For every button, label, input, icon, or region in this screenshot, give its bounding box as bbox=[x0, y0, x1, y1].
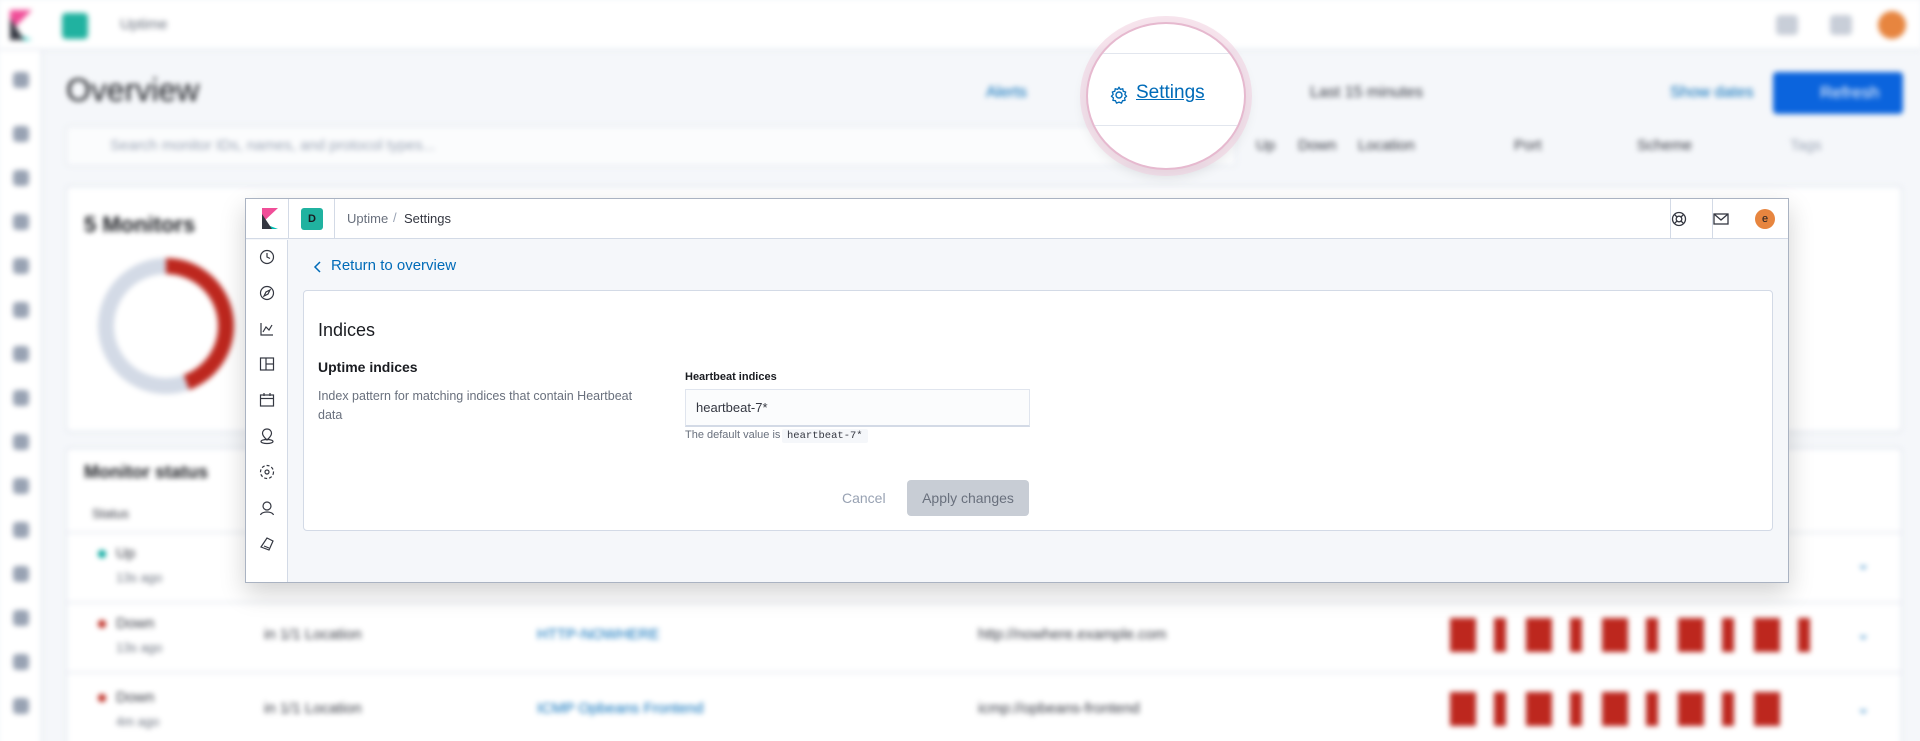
chevron-down-icon: ⌄ bbox=[1857, 700, 1870, 717]
row-location: in 1/1 Location bbox=[264, 700, 362, 717]
nav-icon bbox=[13, 72, 29, 88]
space-selector[interactable]: D bbox=[301, 208, 323, 230]
status-dot bbox=[98, 694, 106, 702]
bg-date-picker: Last 15 minutes bbox=[1310, 84, 1423, 101]
row-status: Down bbox=[116, 615, 155, 632]
bg-status-column: Status bbox=[92, 506, 129, 521]
compass-icon[interactable] bbox=[258, 284, 276, 302]
bg-app-title: Uptime bbox=[120, 16, 168, 33]
divider bbox=[334, 199, 335, 239]
clock-icon[interactable] bbox=[258, 248, 276, 266]
gear-icon bbox=[1110, 86, 1128, 104]
nav-icon bbox=[13, 214, 29, 230]
chevron-down-icon: ⌄ bbox=[1857, 626, 1870, 643]
bg-space-badge bbox=[62, 13, 88, 39]
side-nav bbox=[246, 240, 288, 582]
nav-icon bbox=[13, 566, 29, 582]
heartbeat-indices-label: Heartbeat indices bbox=[685, 371, 777, 383]
nav-icon bbox=[13, 390, 29, 406]
help-icon bbox=[1776, 15, 1798, 35]
help-icon[interactable] bbox=[1670, 210, 1688, 228]
apply-changes-button[interactable]: Apply changes bbox=[907, 480, 1029, 516]
header-bar: D Uptime / Settings e bbox=[246, 199, 1788, 239]
settings-window: D Uptime / Settings e Return to overview… bbox=[245, 198, 1789, 583]
bg-page-title: Overview bbox=[66, 72, 200, 108]
bg-refresh-label: Refresh bbox=[1820, 83, 1880, 102]
row-ago: 13s ago bbox=[116, 570, 163, 585]
nav-icon bbox=[13, 610, 29, 626]
chevron-left-icon bbox=[313, 261, 321, 273]
bg-donut-hole bbox=[114, 274, 218, 378]
nav-icon bbox=[13, 698, 29, 714]
bg-filter-location: Location bbox=[1358, 137, 1415, 154]
nav-icon bbox=[13, 258, 29, 274]
bg-filter-scheme: Scheme bbox=[1637, 137, 1693, 154]
chevron-down-icon: ⌄ bbox=[1857, 556, 1870, 573]
row-ago: 4m ago bbox=[116, 714, 160, 729]
nav-icon bbox=[13, 302, 29, 318]
indices-settings-card: Indices Uptime indices Index pattern for… bbox=[303, 290, 1773, 531]
settings-link[interactable]: Settings bbox=[1136, 82, 1205, 104]
breadcrumb-uptime[interactable]: Uptime bbox=[347, 211, 388, 226]
bg-filter-tags: Tags bbox=[1790, 137, 1822, 154]
bg-top-header bbox=[0, 0, 1920, 50]
bg-filter-up: Up bbox=[1256, 137, 1276, 154]
chart-icon[interactable] bbox=[258, 320, 276, 338]
bg-filter-port: Port bbox=[1514, 137, 1542, 154]
map-icon[interactable] bbox=[258, 427, 276, 445]
bg-side-nav bbox=[0, 50, 42, 741]
return-to-overview-link[interactable]: Return to overview bbox=[331, 257, 456, 274]
row-monitor-name: ICMP Opbeans Frontend bbox=[537, 700, 704, 717]
divider bbox=[288, 199, 289, 239]
bg-status-title: Monitor status bbox=[84, 462, 208, 482]
divider bbox=[1088, 125, 1244, 126]
nav-icon bbox=[13, 346, 29, 362]
card-title: Indices bbox=[318, 320, 376, 340]
bg-summary-title: 5 Monitors bbox=[84, 212, 196, 237]
nav-icon bbox=[13, 170, 29, 186]
kibana-logo[interactable] bbox=[260, 208, 279, 229]
bg-alerts-link: Alerts bbox=[986, 84, 1027, 101]
divider bbox=[1088, 53, 1244, 54]
status-dot bbox=[98, 620, 106, 628]
row-monitor-name: HTTP-NOWHERE bbox=[537, 626, 660, 643]
row-url: icmp://opbeans-frontend bbox=[978, 700, 1140, 717]
mail-icon bbox=[1830, 15, 1852, 35]
row-ago: 13s ago bbox=[116, 640, 163, 655]
breadcrumb-settings: Settings bbox=[404, 211, 451, 226]
bg-filter-down: Down bbox=[1298, 137, 1337, 154]
row-status: Up bbox=[116, 545, 136, 562]
nav-icon bbox=[13, 522, 29, 538]
row-location: in 1/1 Location bbox=[264, 626, 362, 643]
breadcrumb-separator: / bbox=[393, 210, 397, 225]
row-status: Down bbox=[116, 689, 155, 706]
cancel-button[interactable]: Cancel bbox=[842, 490, 886, 506]
bg-search-placeholder: Search monitor IDs, names, and protocol … bbox=[110, 137, 436, 154]
dashboard-icon[interactable] bbox=[258, 355, 276, 373]
status-dot bbox=[98, 550, 106, 558]
nav-icon bbox=[13, 434, 29, 450]
bg-avatar bbox=[1878, 11, 1906, 39]
nav-icon bbox=[13, 126, 29, 142]
user-icon[interactable] bbox=[258, 499, 276, 517]
heartbeat-indices-input[interactable] bbox=[685, 389, 1030, 427]
bg-show-dates: Show dates bbox=[1670, 84, 1754, 101]
help-text: The default value is bbox=[685, 429, 781, 441]
mail-icon[interactable] bbox=[1712, 210, 1730, 228]
avatar[interactable]: e bbox=[1755, 209, 1775, 229]
row-url: http://nowhere.example.com bbox=[978, 626, 1167, 643]
calendar-icon[interactable] bbox=[258, 391, 276, 409]
logs-icon[interactable] bbox=[258, 535, 276, 553]
nav-icon bbox=[13, 478, 29, 494]
default-value-code: heartbeat-7* bbox=[782, 429, 868, 443]
nav-icon bbox=[13, 654, 29, 670]
kibana-logo bbox=[10, 10, 32, 40]
section-description: Index pattern for matching indices that … bbox=[318, 389, 633, 422]
section-title: Uptime indices bbox=[318, 359, 418, 375]
ml-icon[interactable] bbox=[258, 463, 276, 481]
settings-magnifier-callout: Settings bbox=[1086, 22, 1246, 170]
